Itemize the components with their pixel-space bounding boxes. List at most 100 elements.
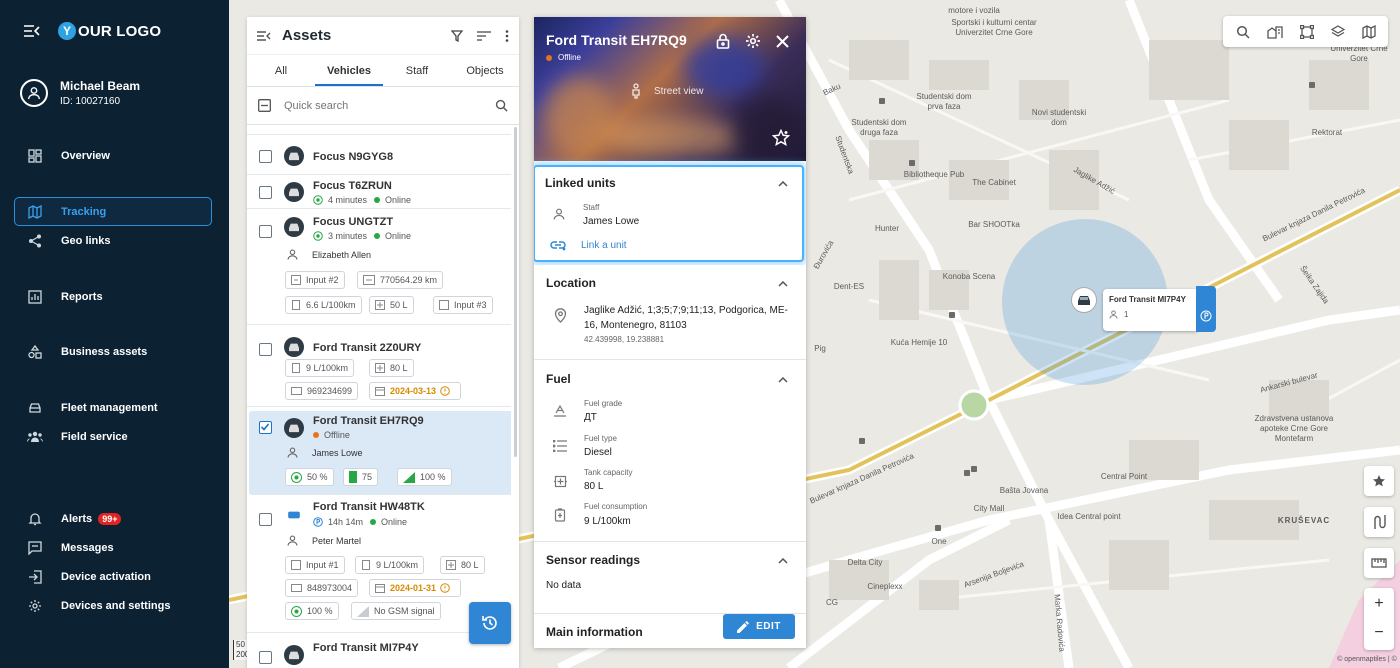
sensor-chip: 100 % — [285, 602, 339, 620]
edit-button[interactable]: EDIT — [723, 614, 795, 639]
row-checkbox[interactable] — [259, 651, 272, 664]
status-time: 14h 14m — [328, 517, 364, 527]
online-dot — [374, 197, 381, 203]
link-unit-button[interactable]: Link a unit — [581, 240, 627, 251]
vehicle-marker[interactable] — [1071, 287, 1097, 313]
tab-objects[interactable]: Objects — [451, 55, 519, 86]
zoom-out-button[interactable]: − — [1364, 619, 1394, 650]
collapse-panel-icon[interactable] — [257, 30, 271, 41]
map-attribution[interactable]: © openmaptiles | © — [1327, 655, 1400, 665]
route-icon — [1372, 514, 1386, 530]
row-checkbox[interactable] — [259, 225, 272, 238]
map-icon[interactable] — [1361, 24, 1376, 39]
parking-marker[interactable] — [1196, 286, 1216, 332]
street-view-link[interactable]: Street view — [630, 83, 703, 99]
no-signal-icon — [357, 605, 369, 617]
chevron-up-icon[interactable] — [778, 279, 788, 289]
chevron-up-icon[interactable] — [778, 556, 788, 566]
nav-label: Device activation — [61, 570, 151, 583]
zoom-in-button[interactable]: + — [1364, 588, 1394, 619]
tab-vehicles[interactable]: Vehicles — [315, 55, 383, 86]
list-scrollbar[interactable] — [514, 127, 517, 457]
sensor-chip: 848973004 — [285, 579, 359, 597]
list-item[interactable]: Focus T6ZRUN 4 minutes Online — [247, 175, 511, 209]
search-icon[interactable] — [1236, 25, 1250, 39]
lock-icon[interactable] — [715, 33, 731, 49]
user-profile[interactable]: Michael Beam ID: 10027160 — [20, 79, 140, 107]
route-button[interactable] — [1364, 507, 1394, 537]
layers-icon[interactable] — [1330, 24, 1345, 39]
sensor-chip: 80 L — [440, 556, 485, 574]
nav-fleet-management[interactable]: Fleet management — [14, 393, 212, 422]
street-view-image[interactable]: Ford Transit EH7RQ9 Offline Street view — [534, 17, 806, 161]
list-item[interactable]: Focus UNGTZT 3 minutes Online Elizabeth A… — [247, 209, 511, 325]
nav-devices-settings[interactable]: Devices and settings — [14, 591, 212, 620]
chevron-up-icon[interactable] — [778, 179, 788, 189]
chevron-up-icon[interactable] — [778, 375, 788, 385]
nav-alerts[interactable]: Alerts 99+ — [14, 504, 212, 533]
search-input[interactable] — [284, 99, 495, 112]
input-icon — [291, 560, 301, 570]
main-information-title[interactable]: Main information — [546, 625, 643, 639]
map-unit-popup[interactable]: Ford Transit MI7P4Y 1 — [1103, 289, 1199, 331]
select-all-checkbox[interactable] — [258, 99, 271, 112]
tab-all[interactable]: All — [247, 55, 315, 86]
chip-value: No GSM signal — [374, 606, 435, 616]
staff-name[interactable]: James Lowe — [583, 216, 639, 227]
status-time: 3 minutes — [328, 231, 368, 241]
poi-marker — [879, 98, 885, 104]
pencil-icon — [737, 620, 749, 633]
row-checkbox[interactable] — [259, 150, 272, 163]
buildings-icon[interactable] — [1266, 25, 1283, 39]
map-label: Pig — [814, 344, 826, 353]
nav-business-assets[interactable]: Business assets — [14, 337, 212, 366]
sort-icon[interactable] — [477, 30, 491, 41]
nav-field-service[interactable]: Field service — [14, 422, 212, 451]
list-item — [247, 127, 511, 135]
area-select-icon[interactable] — [1299, 24, 1314, 39]
tab-staff[interactable]: Staff — [383, 55, 451, 86]
staff-label: Staff — [583, 203, 600, 212]
chip-value: Input #1 — [306, 560, 339, 570]
nav-messages[interactable]: Messages — [14, 533, 212, 562]
row-checkbox[interactable] — [259, 186, 272, 199]
status-time: 4 minutes — [328, 195, 368, 205]
gear-icon[interactable] — [745, 33, 761, 49]
nav-tracking[interactable]: Tracking — [14, 197, 212, 226]
collapse-menu-icon[interactable] — [24, 25, 40, 37]
nav-label: Tracking — [61, 205, 107, 218]
odometer-icon — [363, 275, 375, 285]
message-icon — [27, 540, 43, 555]
person-icon — [553, 208, 565, 220]
history-button[interactable] — [469, 602, 511, 644]
nav-geo-links[interactable]: Geo links — [14, 226, 212, 255]
ruler-button[interactable] — [1364, 548, 1394, 578]
reports-icon — [27, 289, 43, 304]
row-checkbox[interactable] — [259, 421, 272, 434]
nav-label: Reports — [61, 290, 103, 303]
nav-label: Field service — [61, 430, 128, 443]
filter-icon[interactable] — [451, 29, 463, 42]
more-options-icon[interactable] — [505, 29, 509, 42]
close-icon[interactable] — [774, 33, 790, 49]
person-icon — [287, 535, 298, 546]
row-checkbox[interactable] — [259, 513, 272, 526]
fuel-section: Fuel Fuel grade ДТ Fuel type Diesel Tank… — [534, 360, 806, 542]
search-icon[interactable] — [495, 99, 508, 112]
fuel-grade-value: ДТ — [584, 412, 597, 423]
row-checkbox[interactable] — [259, 343, 272, 356]
map-label: motore i vozila — [948, 6, 1000, 15]
list-item[interactable]: Focus N9GYG8 — [247, 137, 511, 175]
nav-overview[interactable]: Overview — [14, 141, 212, 170]
nav-reports[interactable]: Reports — [14, 282, 212, 311]
list-item[interactable]: Ford Transit 2Z0URY 9 L/100km 80 L 96923… — [247, 325, 511, 407]
favorite-star-icon[interactable] — [772, 129, 790, 147]
sensor-chip: 50 % — [285, 468, 334, 486]
sensor-chip: 9 L/100km — [355, 556, 425, 574]
list-item-selected[interactable]: Ford Transit EH7RQ9 Offline James Lowe 5… — [249, 411, 511, 495]
favorite-map-button[interactable] — [1364, 466, 1394, 496]
map-label: Idea Central point — [1057, 512, 1121, 521]
nav-device-activation[interactable]: Device activation — [14, 562, 212, 591]
star-icon — [1372, 474, 1386, 488]
popup-count: 1 — [1124, 310, 1129, 319]
